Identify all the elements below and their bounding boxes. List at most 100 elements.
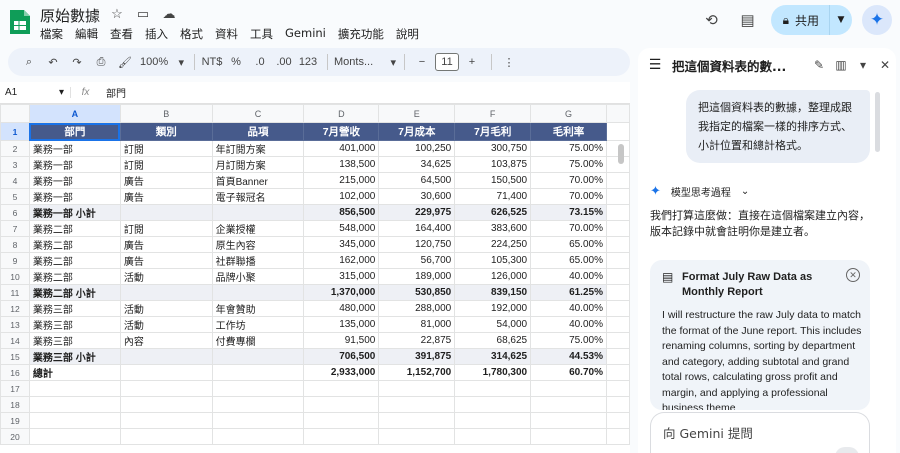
cell[interactable]: 1,152,700	[378, 364, 456, 381]
share-button[interactable]: 🔒︎ 共用	[771, 5, 830, 35]
decrease-decimal-button[interactable]: .0	[249, 51, 271, 73]
cell[interactable]: 839,150	[454, 284, 532, 301]
close-icon[interactable]: ✕	[846, 268, 860, 282]
more-formats-button[interactable]: 123	[297, 51, 319, 73]
cell[interactable]: 102,000	[303, 188, 380, 205]
cell[interactable]: 業務二部	[28, 220, 121, 237]
row-header[interactable]: 5	[0, 188, 30, 205]
cell[interactable]: 1,780,300	[454, 364, 532, 381]
version-history-icon[interactable]: ⟲	[699, 7, 725, 33]
menu-item[interactable]: 插入	[145, 26, 168, 42]
menu-item[interactable]: 查看	[110, 26, 133, 42]
cell[interactable]	[211, 380, 305, 397]
select-all-corner[interactable]	[0, 104, 30, 123]
cell[interactable]	[605, 172, 630, 189]
cell[interactable]: 126,000	[454, 268, 532, 285]
cell[interactable]: 70.00%	[530, 172, 607, 189]
cell[interactable]	[605, 204, 630, 221]
cell[interactable]: 廣告	[119, 188, 213, 205]
cell[interactable]: 138,500	[303, 156, 380, 173]
search-menus-icon[interactable]: ⌕	[18, 51, 40, 73]
cell[interactable]: 288,000	[378, 300, 456, 317]
cell[interactable]: 34,625	[378, 156, 456, 173]
menu-item[interactable]: 說明	[396, 26, 419, 42]
cell[interactable]: 首頁Banner	[211, 172, 305, 189]
increase-font-size-icon[interactable]: +	[461, 51, 483, 73]
row-header[interactable]: 15	[0, 348, 30, 365]
cell[interactable]	[605, 252, 630, 269]
cell[interactable]: 91,500	[303, 332, 380, 349]
row-header[interactable]: 14	[0, 332, 30, 349]
cell[interactable]	[28, 428, 121, 445]
cell[interactable]	[530, 412, 607, 429]
cell[interactable]	[605, 284, 630, 301]
cell[interactable]	[605, 316, 630, 333]
cell[interactable]: 391,875	[378, 348, 456, 365]
cell[interactable]	[605, 348, 630, 365]
menu-icon[interactable]: ☰	[638, 57, 672, 73]
cell[interactable]	[211, 396, 305, 413]
vertical-scrollbar[interactable]	[618, 144, 624, 164]
cell[interactable]: 付費專欄	[211, 332, 305, 349]
header-cell[interactable]: 部門	[28, 122, 121, 141]
cell[interactable]: 150,500	[454, 172, 532, 189]
percent-format-button[interactable]: %	[225, 51, 247, 73]
cell[interactable]	[28, 412, 121, 429]
cell[interactable]: 315,000	[303, 268, 380, 285]
cell[interactable]: 業務二部	[28, 252, 121, 269]
cell[interactable]	[605, 220, 630, 237]
row-header[interactable]: 16	[0, 364, 30, 381]
cell[interactable]: 年會贊助	[211, 300, 305, 317]
menu-item[interactable]: Gemini	[285, 26, 326, 42]
menu-item[interactable]: 擴充功能	[338, 26, 384, 42]
cell[interactable]: 業務三部	[28, 332, 121, 349]
row-header[interactable]: 18	[0, 396, 30, 413]
cell[interactable]: 電子報冠名	[211, 188, 305, 205]
cell[interactable]: 企業授權	[211, 220, 305, 237]
cell[interactable]	[119, 380, 213, 397]
cell[interactable]: 業務二部	[28, 236, 121, 253]
cell[interactable]	[605, 300, 630, 317]
cell[interactable]: 業務三部	[28, 300, 121, 317]
cell[interactable]: 原生內容	[211, 236, 305, 253]
cell[interactable]: 314,625	[454, 348, 532, 365]
menu-item[interactable]: 編輯	[75, 26, 98, 42]
cell[interactable]	[303, 428, 380, 445]
cell[interactable]	[211, 348, 305, 365]
row-header[interactable]: 19	[0, 412, 30, 429]
close-icon[interactable]: ✕	[874, 58, 896, 72]
cloud-status-icon[interactable]: ☁	[160, 6, 178, 22]
cell[interactable]: 品牌小聚	[211, 268, 305, 285]
cell[interactable]: 480,000	[303, 300, 380, 317]
cell[interactable]: 64,500	[378, 172, 456, 189]
cell[interactable]: 81,000	[378, 316, 456, 333]
cell[interactable]: 業務三部 小計	[28, 348, 121, 365]
cell[interactable]	[454, 428, 532, 445]
cell[interactable]: 548,000	[303, 220, 380, 237]
star-icon[interactable]: ☆	[108, 6, 126, 22]
thinking-toggle[interactable]: ✦ 模型思考過程 ⌄	[650, 184, 749, 199]
cell[interactable]	[605, 396, 630, 413]
cell[interactable]	[454, 396, 532, 413]
cell[interactable]: 活動	[119, 300, 213, 317]
cell[interactable]	[378, 412, 456, 429]
document-title[interactable]: 原始數據	[40, 5, 100, 26]
cell[interactable]: 68,625	[454, 332, 532, 349]
row-header[interactable]: 11	[0, 284, 30, 301]
row-header[interactable]: 7	[0, 220, 30, 237]
cell[interactable]: 內容	[119, 332, 213, 349]
row-header[interactable]: 10	[0, 268, 30, 285]
cell[interactable]: 業務二部 小計	[28, 284, 121, 301]
cell[interactable]: 300,750	[454, 140, 532, 157]
increase-decimal-button[interactable]: .00	[273, 51, 295, 73]
cell[interactable]: 229,975	[378, 204, 456, 221]
column-header[interactable]: C	[211, 104, 305, 123]
cell[interactable]: 103,875	[454, 156, 532, 173]
cell[interactable]: 135,000	[303, 316, 380, 333]
cell[interactable]: 383,600	[454, 220, 532, 237]
cell[interactable]: 71,400	[454, 188, 532, 205]
cell[interactable]: 廣告	[119, 236, 213, 253]
cell[interactable]	[119, 284, 213, 301]
cell[interactable]	[605, 428, 630, 445]
cell[interactable]: 401,000	[303, 140, 380, 157]
